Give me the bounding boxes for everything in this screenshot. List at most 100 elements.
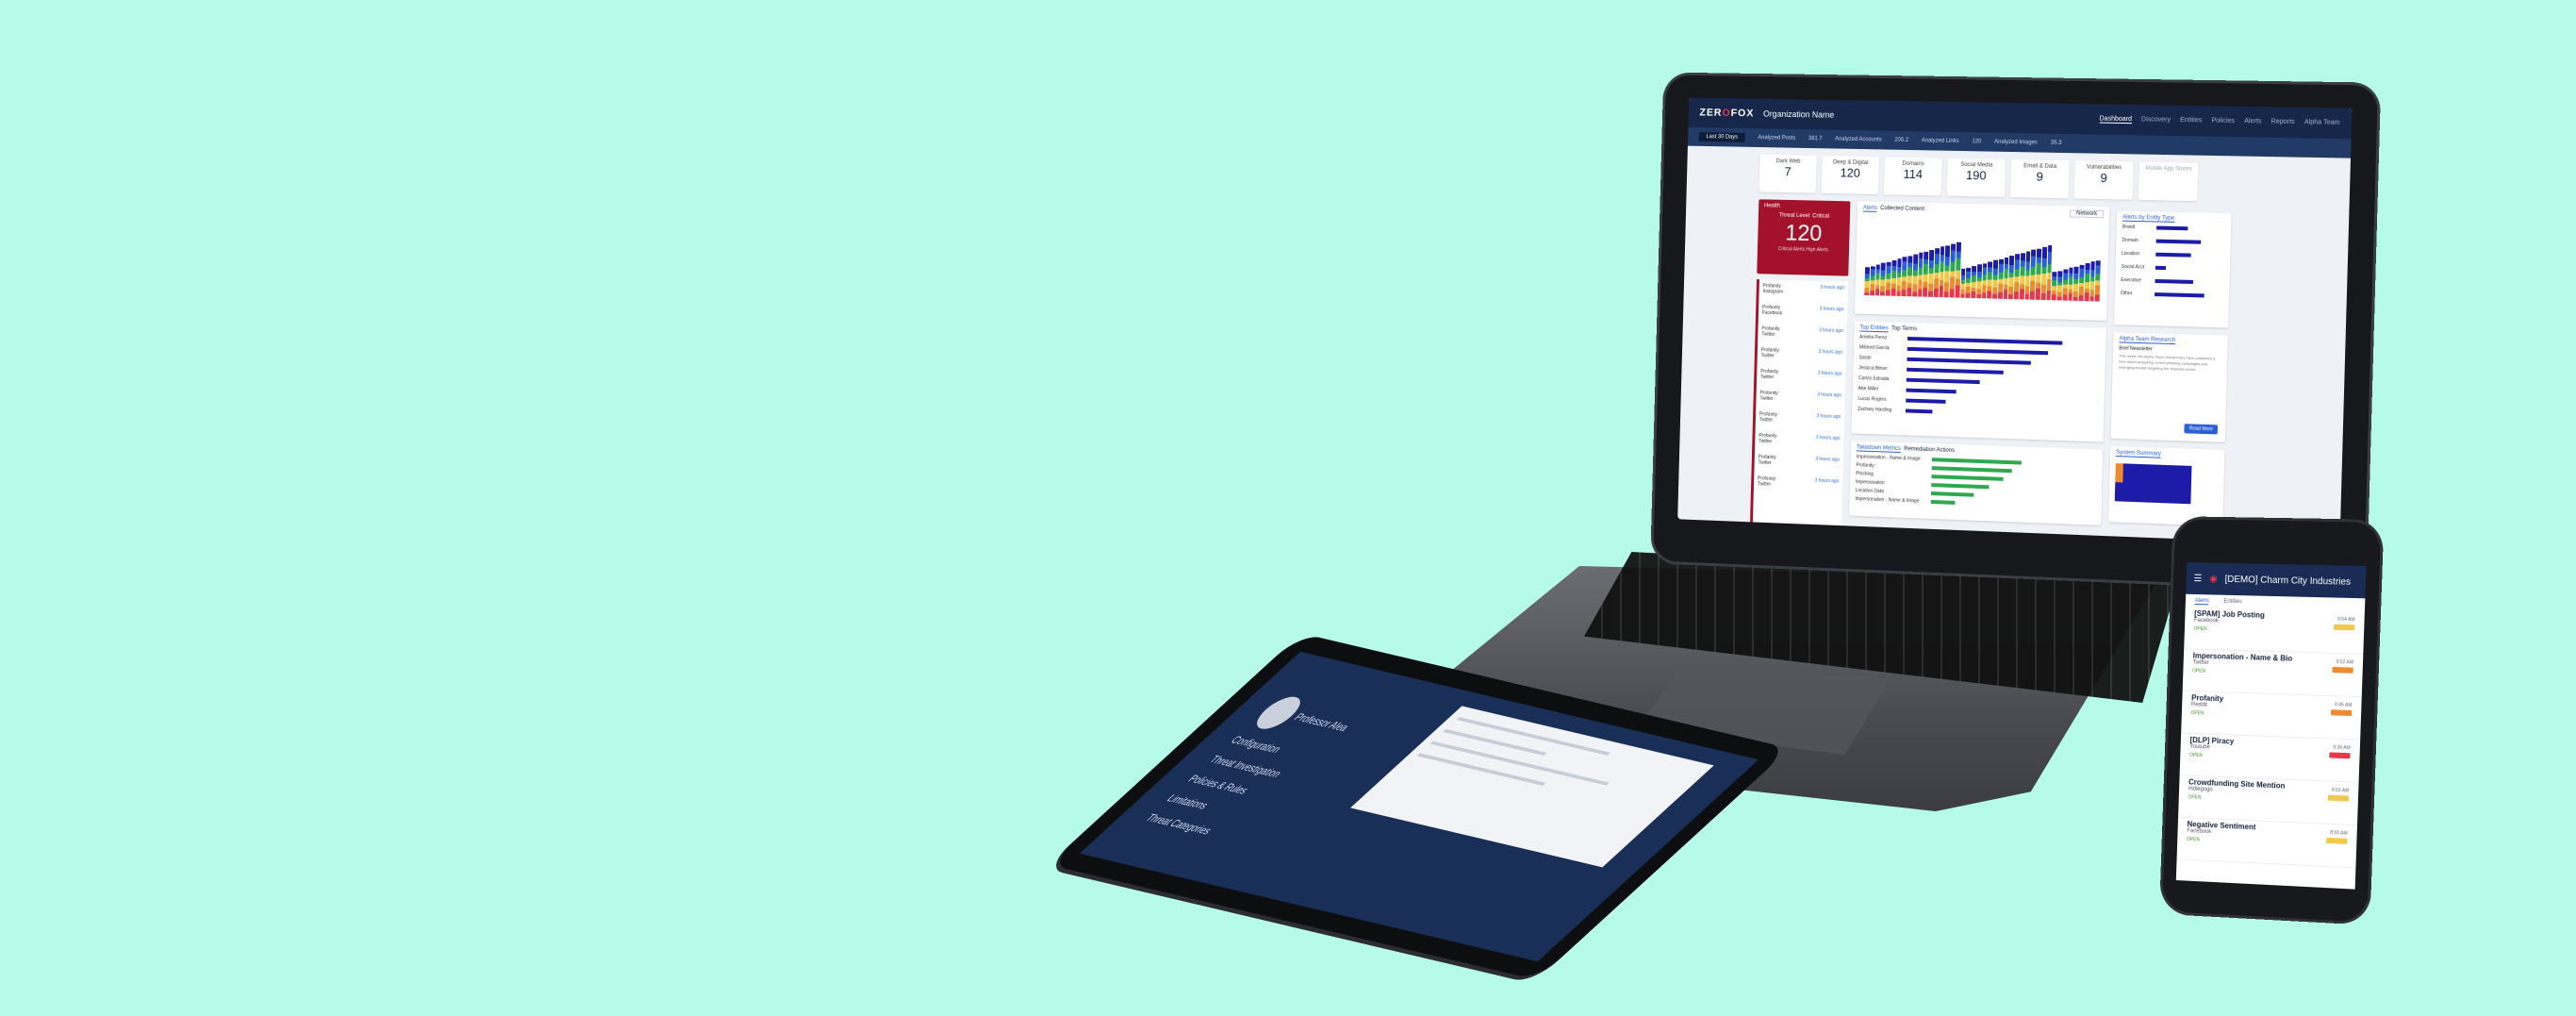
list-item[interactable]: Profanity Reddit OPEN 9:45 AM — [2181, 691, 2362, 741]
tablet-item-threat-categories[interactable]: Threat Categories — [1142, 812, 1233, 841]
stacked-bar — [1874, 264, 1881, 296]
bar-segment — [1998, 263, 2004, 273]
bar-segment — [2041, 258, 2047, 268]
bar-segment — [1891, 288, 1896, 296]
list-item[interactable]: Profanity Twitter 3 hours ago — [1760, 347, 1843, 371]
list-item[interactable]: [SPAM] Job Posting Facebook OPEN 9:54 AM — [2184, 607, 2365, 655]
horizontal-bar — [1906, 388, 1957, 394]
nav-entities[interactable]: Entities — [2180, 117, 2202, 125]
list-item[interactable]: Profanity Twitter 3 hours ago — [1759, 391, 1841, 415]
horizontal-bar — [2155, 292, 2204, 298]
nav-reports[interactable]: Reports — [2271, 119, 2295, 127]
list-item[interactable]: Profanity Twitter 3 hours ago — [1759, 411, 1841, 436]
nav-discovery[interactable]: Discovery — [2141, 116, 2171, 125]
hamburger-menu-icon[interactable]: ☰ — [2193, 574, 2202, 584]
bar-segment — [1987, 272, 1992, 281]
nav-dashboard[interactable]: Dashboard — [2099, 115, 2133, 125]
tab-takedown-metrics[interactable]: Takedown Metrics — [1856, 444, 1901, 454]
list-item[interactable]: Profanity Instagram 3 hours ago — [1762, 283, 1844, 307]
stacked-bar — [2068, 267, 2073, 301]
stacked-bar — [1959, 269, 1966, 298]
tab-alerts[interactable]: Alerts — [1862, 205, 1877, 212]
bar-segment — [1992, 259, 1998, 269]
phone-screen: ☰ ◉ [DEMO] Charm City Industries Alerts … — [2175, 562, 2367, 890]
horizontal-bar — [1931, 483, 1990, 490]
analyzed-links-value: 120 — [1972, 139, 1982, 145]
list-item[interactable]: [DLP] Piracy Youtube OPEN 9:36 AM — [2179, 733, 2361, 783]
bar-segment — [2084, 292, 2089, 302]
bar-label: Zachary Harding — [1857, 406, 1892, 413]
bar-segment — [1956, 258, 1961, 271]
list-item[interactable]: Profanity Twitter 3 hours ago — [1758, 475, 1840, 500]
list-item[interactable]: Profanity Twitter 3 hours ago — [1761, 326, 1843, 350]
bar-segment — [1982, 267, 1988, 275]
bar-segment — [2024, 285, 2030, 294]
bar-segment — [2008, 265, 2014, 273]
bar-segment — [1907, 287, 1912, 297]
top-entities-panel: Top Entities Top Terms Amelia Perez Mildr… — [1851, 321, 2106, 442]
bar-label: Lucas Rogers — [1858, 395, 1887, 403]
bar-segment — [2062, 294, 2068, 301]
severity-badge — [2334, 624, 2355, 631]
bar-segment — [1896, 291, 1901, 296]
stat-card-email-data[interactable]: Email & Data 9 — [2009, 158, 2070, 199]
stat-card-vulnerabilities[interactable]: Vulnerabilities 9 — [2073, 160, 2134, 200]
analyzed-images-label: Analyzed Images — [1994, 139, 2038, 146]
bar-segment — [1944, 257, 1950, 266]
read-more-button[interactable]: Read More — [2184, 424, 2219, 435]
bar-segment — [1971, 275, 1976, 283]
nav-policies[interactable]: Policies — [2211, 117, 2235, 125]
nav-alpha-team[interactable]: Alpha Team — [2304, 119, 2340, 127]
bar-segment — [1950, 261, 1956, 272]
bar-segment — [2041, 246, 2047, 258]
bar-segment — [2095, 265, 2101, 275]
tab-entities-mobile[interactable]: Entities — [2223, 599, 2242, 605]
bar-segment — [2040, 284, 2046, 294]
bar-segment — [2020, 253, 2025, 261]
list-item[interactable]: Negative Sentiment Facebook OPEN 8:50 AM — [2176, 817, 2357, 869]
horizontal-bar — [1907, 367, 2005, 375]
system-summary-title: System Summary — [2116, 449, 2161, 458]
bar-segment — [2008, 286, 2014, 294]
list-item[interactable]: Profanity Facebook 3 hours ago — [1761, 305, 1844, 328]
bar-segment — [1959, 294, 1965, 298]
tab-alerts-mobile[interactable]: Alerts — [2194, 597, 2209, 605]
list-item[interactable]: Impersonation - Name & Bio Twitter OPEN 9:… — [2182, 649, 2364, 698]
horizontal-bar — [1931, 466, 2013, 474]
bar-segment — [1924, 251, 1929, 259]
research-panel: Alpha Team Research Brief Newsletter Thi… — [2110, 332, 2228, 442]
tab-remediation-actions[interactable]: Remediation Actions — [1904, 446, 1955, 454]
bar-segment — [1918, 267, 1924, 275]
stat-card-mobile-app-stores[interactable]: Mobile App Stores — [2138, 161, 2199, 202]
horizontal-bar — [2156, 225, 2188, 231]
stat-card-deep-digital[interactable]: Deep & Digital 120 — [1821, 156, 1880, 195]
bar-segment — [2014, 269, 2020, 277]
analyzed-posts-label: Analyzed Posts — [1758, 135, 1796, 142]
bar-segment — [2051, 293, 2056, 301]
network-filter-select[interactable]: Network — [2069, 209, 2105, 219]
tab-top-terms[interactable]: Top Terms — [1891, 326, 1917, 333]
bar-segment — [2095, 285, 2101, 295]
stat-card-dark-web[interactable]: Dark Web 7 — [1759, 154, 1817, 193]
bar-segment — [2089, 261, 2095, 271]
bar-segment — [2073, 283, 2079, 291]
app-logo[interactable]: ZEROFOX — [1699, 108, 1754, 120]
bar-segment — [1901, 290, 1907, 297]
bar-segment — [1933, 289, 1939, 298]
tab-collected-content[interactable]: Collected Content — [1880, 206, 1924, 212]
bar-segment — [1976, 281, 1982, 290]
bar-segment — [1933, 278, 1939, 290]
threat-level-card[interactable]: Health Threat Level: Critical 120 Critic… — [1757, 199, 1851, 276]
tab-top-entities[interactable]: Top Entities — [1859, 325, 1889, 333]
date-range-select[interactable]: Last 30 Days — [1698, 132, 1745, 142]
nav-alerts[interactable]: Alerts — [2244, 118, 2261, 125]
bar-segment — [1917, 289, 1923, 297]
stat-card-social-media[interactable]: Social Media 190 — [1946, 158, 2006, 197]
list-item[interactable]: Profanity Twitter 3 hours ago — [1758, 455, 1840, 479]
bar-segment — [2046, 263, 2052, 274]
list-item[interactable]: Profanity Twitter 3 hours ago — [1760, 369, 1842, 392]
stat-card-domains[interactable]: Domains 114 — [1883, 157, 1942, 196]
bar-segment — [2025, 261, 2031, 271]
list-item[interactable]: Profanity Twitter 3 hours ago — [1759, 433, 1841, 458]
horizontal-bar — [1905, 408, 1933, 414]
